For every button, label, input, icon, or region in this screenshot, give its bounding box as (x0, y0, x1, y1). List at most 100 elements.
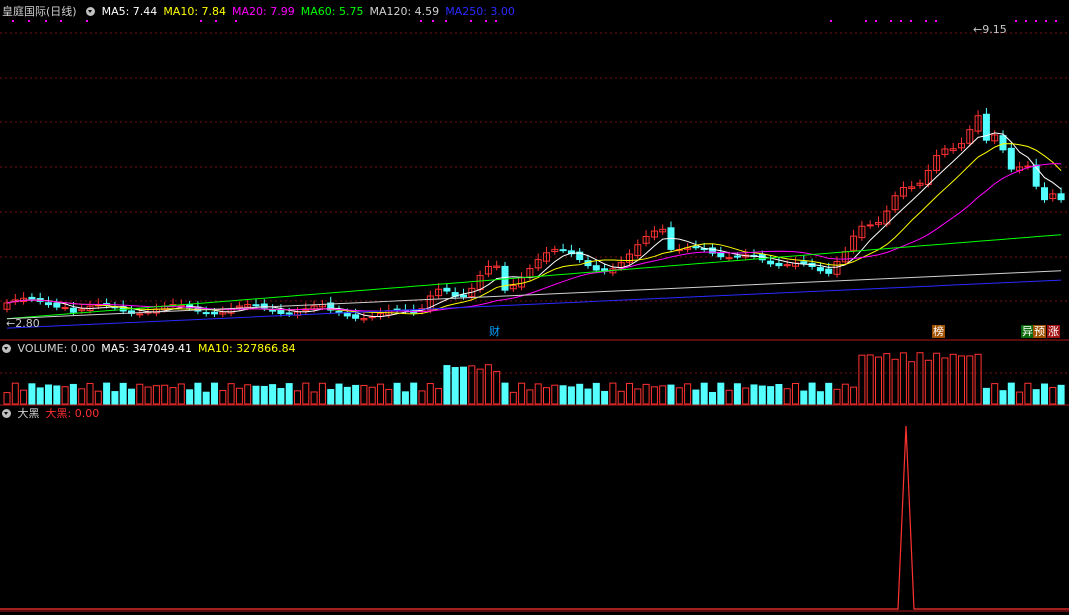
candle-body (866, 224, 874, 227)
volume-settings-icon[interactable] (2, 344, 11, 353)
volume-bar (377, 383, 384, 405)
volume-bar (493, 370, 501, 405)
volume-bar (551, 384, 559, 405)
volume-bar (360, 385, 368, 405)
price-header: 皇庭国际(日线) MA5: 7.44 MA10: 7.84 MA20: 7.99 MA… (2, 5, 527, 19)
volume-bar (899, 352, 907, 405)
volume-bar (526, 389, 534, 405)
signal-dot (830, 20, 832, 22)
ma_legend-item: MA5: 7.44 (101, 5, 158, 18)
volume-bar (916, 352, 924, 405)
candle-body (28, 296, 36, 300)
ma60-line (6, 234, 1062, 320)
signal-dot (1025, 20, 1027, 22)
volume_legend-item: VOLUME: 0.00 (17, 342, 96, 355)
volume-bar (111, 391, 119, 405)
volume-bar (435, 388, 443, 405)
stock-name[interactable]: 皇庭国际 (2, 5, 46, 18)
volume-bar (460, 366, 467, 405)
signal-dot (495, 20, 497, 22)
indicator_legend-item: 大黑: 0.00 (45, 407, 100, 420)
signal-dot (235, 20, 237, 22)
volume-bar (924, 359, 932, 405)
event-tag-finance[interactable]: 财 (488, 325, 501, 338)
volume-bar (800, 390, 808, 405)
volume-bar (775, 384, 783, 405)
signal-dot (470, 20, 472, 22)
volume-bar (136, 383, 144, 405)
volume-bar (119, 382, 127, 405)
ma_legend-item: MA120: 4.59 (369, 5, 440, 18)
volume-bar (659, 385, 667, 405)
indicator-line (0, 425, 1069, 610)
volume-bar (692, 389, 700, 405)
indicator-settings-icon[interactable] (2, 409, 11, 418)
volume-bar (20, 389, 28, 405)
event-tag-rank[interactable]: 榜 (932, 325, 945, 338)
signal-dot (890, 20, 892, 22)
volume-bar (352, 384, 360, 405)
volume-bar (1041, 383, 1048, 405)
volume-bar (78, 388, 86, 405)
volume-bar (11, 382, 19, 405)
volume-bar (1057, 384, 1065, 405)
volume-bar (61, 386, 69, 405)
signal-dot (1045, 20, 1047, 22)
volume-bar (858, 354, 866, 405)
moving-average-lines (6, 132, 1062, 329)
volume-bar (742, 387, 750, 405)
volume-bar (725, 389, 733, 405)
volume-bar (518, 382, 526, 405)
volume-bar (285, 383, 293, 405)
volume-bar (941, 357, 949, 405)
ma120-line (6, 270, 1062, 320)
volume-bar (244, 384, 252, 405)
candle-body (800, 261, 808, 264)
settings-dropdown-icon[interactable] (86, 7, 96, 16)
signal-dot (45, 20, 47, 22)
volume-bar (94, 390, 102, 405)
volume-bar (235, 387, 243, 405)
volume-bar (966, 355, 974, 405)
volume-bar (1007, 382, 1015, 405)
chart-canvas[interactable] (0, 0, 1069, 615)
candle-body (816, 267, 824, 272)
volume-bar (318, 382, 326, 405)
volume-bar (974, 353, 982, 405)
event-tag-forecast[interactable]: 预 (1033, 325, 1046, 338)
volume-bar (758, 385, 766, 405)
volume-bar (161, 384, 169, 405)
signal-dot (935, 20, 937, 22)
volume-bar (709, 391, 716, 405)
volume-bar (152, 385, 160, 405)
candle-body (352, 314, 360, 319)
candle-body (45, 302, 52, 306)
volume-bar (650, 386, 658, 405)
candle-body (501, 265, 509, 291)
volume-bar (958, 355, 965, 405)
volume-bar (294, 390, 301, 405)
high-price-label: ←9.15 (973, 23, 1007, 36)
volume-bar (86, 382, 94, 405)
event-tag-rise[interactable]: 涨 (1047, 325, 1060, 338)
volume-bar (767, 386, 775, 405)
candle-body (1057, 193, 1065, 201)
volume-bar (227, 383, 235, 405)
signal-dot (875, 20, 877, 22)
volume-bar (277, 387, 285, 405)
candle-body (277, 309, 285, 314)
candle-body (285, 312, 293, 315)
ma_legend-item: MA10: 7.84 (163, 5, 227, 18)
volume-bar (850, 386, 858, 405)
candlestick-chart (3, 108, 1065, 323)
ma-legend: MA5: 7.44 MA10: 7.84 MA20: 7.99 MA60: 5.75 M… (102, 5, 521, 18)
volume-bar (733, 383, 741, 405)
volume-bar (302, 382, 310, 405)
volume-bar (717, 382, 725, 405)
candle-body (733, 255, 741, 258)
ma_legend-item: MA20: 7.99 (232, 5, 295, 18)
volume-bar (626, 382, 633, 405)
volume-bar (667, 384, 675, 405)
volume_legend-item: MA10: 327866.84 (197, 342, 296, 355)
volume-bar (783, 388, 791, 405)
